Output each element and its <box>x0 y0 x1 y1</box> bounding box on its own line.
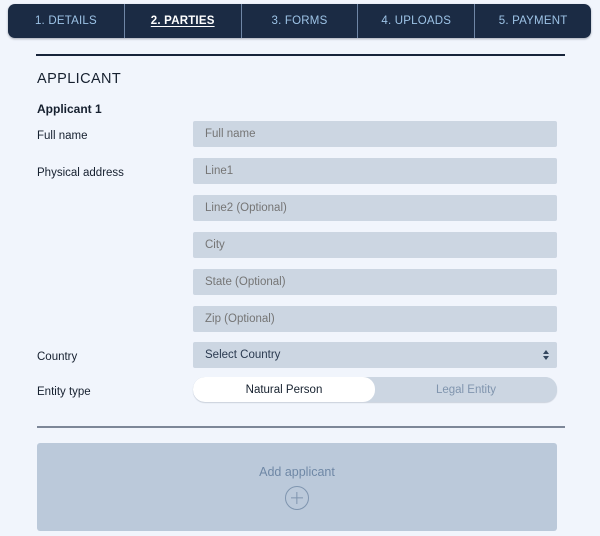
section-divider-top <box>36 54 565 56</box>
tab-uploads[interactable]: 4. UPLOADS <box>358 4 476 38</box>
tab-payment-label: 5. PAYMENT <box>498 15 568 27</box>
tab-details-label: 1. DETAILS <box>34 15 97 27</box>
tab-forms[interactable]: 3. FORMS <box>242 4 359 38</box>
entity-type-legal-entity-option[interactable]: Legal Entity <box>375 377 557 402</box>
entity-type-natural-person-label: Natural Person <box>245 383 323 396</box>
full-name-label: Full name <box>37 130 88 142</box>
parties-form-content: APPLICANT Applicant 1 Full name Physical… <box>0 45 600 536</box>
tab-forms-label: 3. FORMS <box>271 15 328 27</box>
applicant-subheading: Applicant 1 <box>37 102 102 116</box>
tab-payment[interactable]: 5. PAYMENT <box>475 4 591 38</box>
address-line2-input[interactable] <box>193 195 557 221</box>
tab-details[interactable]: 1. DETAILS <box>8 4 125 38</box>
page-title: APPLICANT <box>37 71 122 87</box>
section-divider-bottom <box>37 426 565 428</box>
entity-type-label: Entity type <box>37 386 91 398</box>
entity-type-natural-person-option[interactable]: Natural Person <box>193 377 375 402</box>
full-name-input[interactable] <box>193 121 557 147</box>
address-zip-input[interactable] <box>193 306 557 332</box>
add-applicant-label: Add applicant <box>259 464 335 479</box>
tab-parties-label: 2. PARTIES <box>150 15 215 27</box>
country-label: Country <box>37 351 78 363</box>
address-state-input[interactable] <box>193 269 557 295</box>
chevron-updown-icon <box>543 350 549 360</box>
wizard-step-tabbar: 1. DETAILS 2. PARTIES 3. FORMS 4. UPLOAD… <box>8 4 591 38</box>
tab-parties[interactable]: 2. PARTIES <box>125 4 242 38</box>
entity-type-legal-entity-label: Legal Entity <box>435 383 497 396</box>
country-select[interactable]: Select Country <box>193 342 557 368</box>
entity-type-segmented-control: Natural Person Legal Entity <box>193 377 557 402</box>
physical-address-label: Physical address <box>37 167 124 179</box>
add-applicant-button[interactable]: Add applicant <box>37 443 557 531</box>
plus-circle-icon <box>285 485 309 510</box>
tab-uploads-label: 4. UPLOADS <box>381 15 452 27</box>
address-line1-input[interactable] <box>193 158 557 184</box>
country-select-value: Select Country <box>205 349 281 361</box>
address-city-input[interactable] <box>193 232 557 258</box>
